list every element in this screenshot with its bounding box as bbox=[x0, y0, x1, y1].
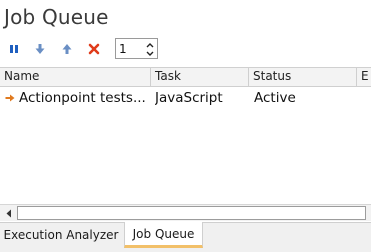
grid-header: Name Task Status E bbox=[0, 68, 371, 87]
chevron-down-icon bbox=[146, 51, 154, 56]
column-header-extra[interactable]: E bbox=[357, 68, 371, 86]
caret-left-icon bbox=[6, 209, 11, 217]
move-down-icon bbox=[35, 44, 45, 54]
row-task: JavaScript bbox=[155, 90, 223, 106]
spin-down-button[interactable] bbox=[145, 49, 155, 58]
delete-button[interactable] bbox=[85, 40, 103, 58]
horizontal-scrollbar[interactable] bbox=[0, 204, 371, 221]
pause-icon bbox=[10, 45, 18, 53]
row-status: Active bbox=[254, 90, 296, 106]
delete-icon bbox=[88, 43, 100, 55]
column-header-task[interactable]: Task bbox=[151, 68, 249, 86]
arrow-right-icon bbox=[5, 87, 17, 109]
move-up-button[interactable] bbox=[58, 40, 76, 58]
count-input[interactable] bbox=[119, 40, 144, 57]
pause-button[interactable] bbox=[5, 40, 23, 58]
count-spinner[interactable] bbox=[115, 38, 158, 59]
toolbar bbox=[0, 36, 371, 62]
column-header-name[interactable]: Name bbox=[0, 68, 151, 86]
tab-job-queue[interactable]: Job Queue bbox=[124, 222, 203, 248]
panel-title: Job Queue bbox=[4, 5, 109, 29]
move-down-button[interactable] bbox=[31, 40, 49, 58]
chevron-up-icon bbox=[146, 42, 154, 47]
job-grid: Name Task Status E Actionpoint tests... … bbox=[0, 67, 371, 204]
scrollbar-thumb[interactable] bbox=[17, 206, 366, 220]
column-header-status[interactable]: Status bbox=[249, 68, 357, 86]
bottom-tab-bar: Execution Analyzer Job Queue bbox=[0, 222, 371, 252]
table-row[interactable]: Actionpoint tests... JavaScript Active bbox=[0, 87, 371, 109]
spin-up-button[interactable] bbox=[145, 40, 155, 49]
move-up-icon bbox=[62, 44, 72, 54]
scroll-left-button[interactable] bbox=[0, 205, 17, 221]
row-name: Actionpoint tests... bbox=[19, 90, 146, 106]
tab-execution-analyzer[interactable]: Execution Analyzer bbox=[0, 223, 122, 249]
